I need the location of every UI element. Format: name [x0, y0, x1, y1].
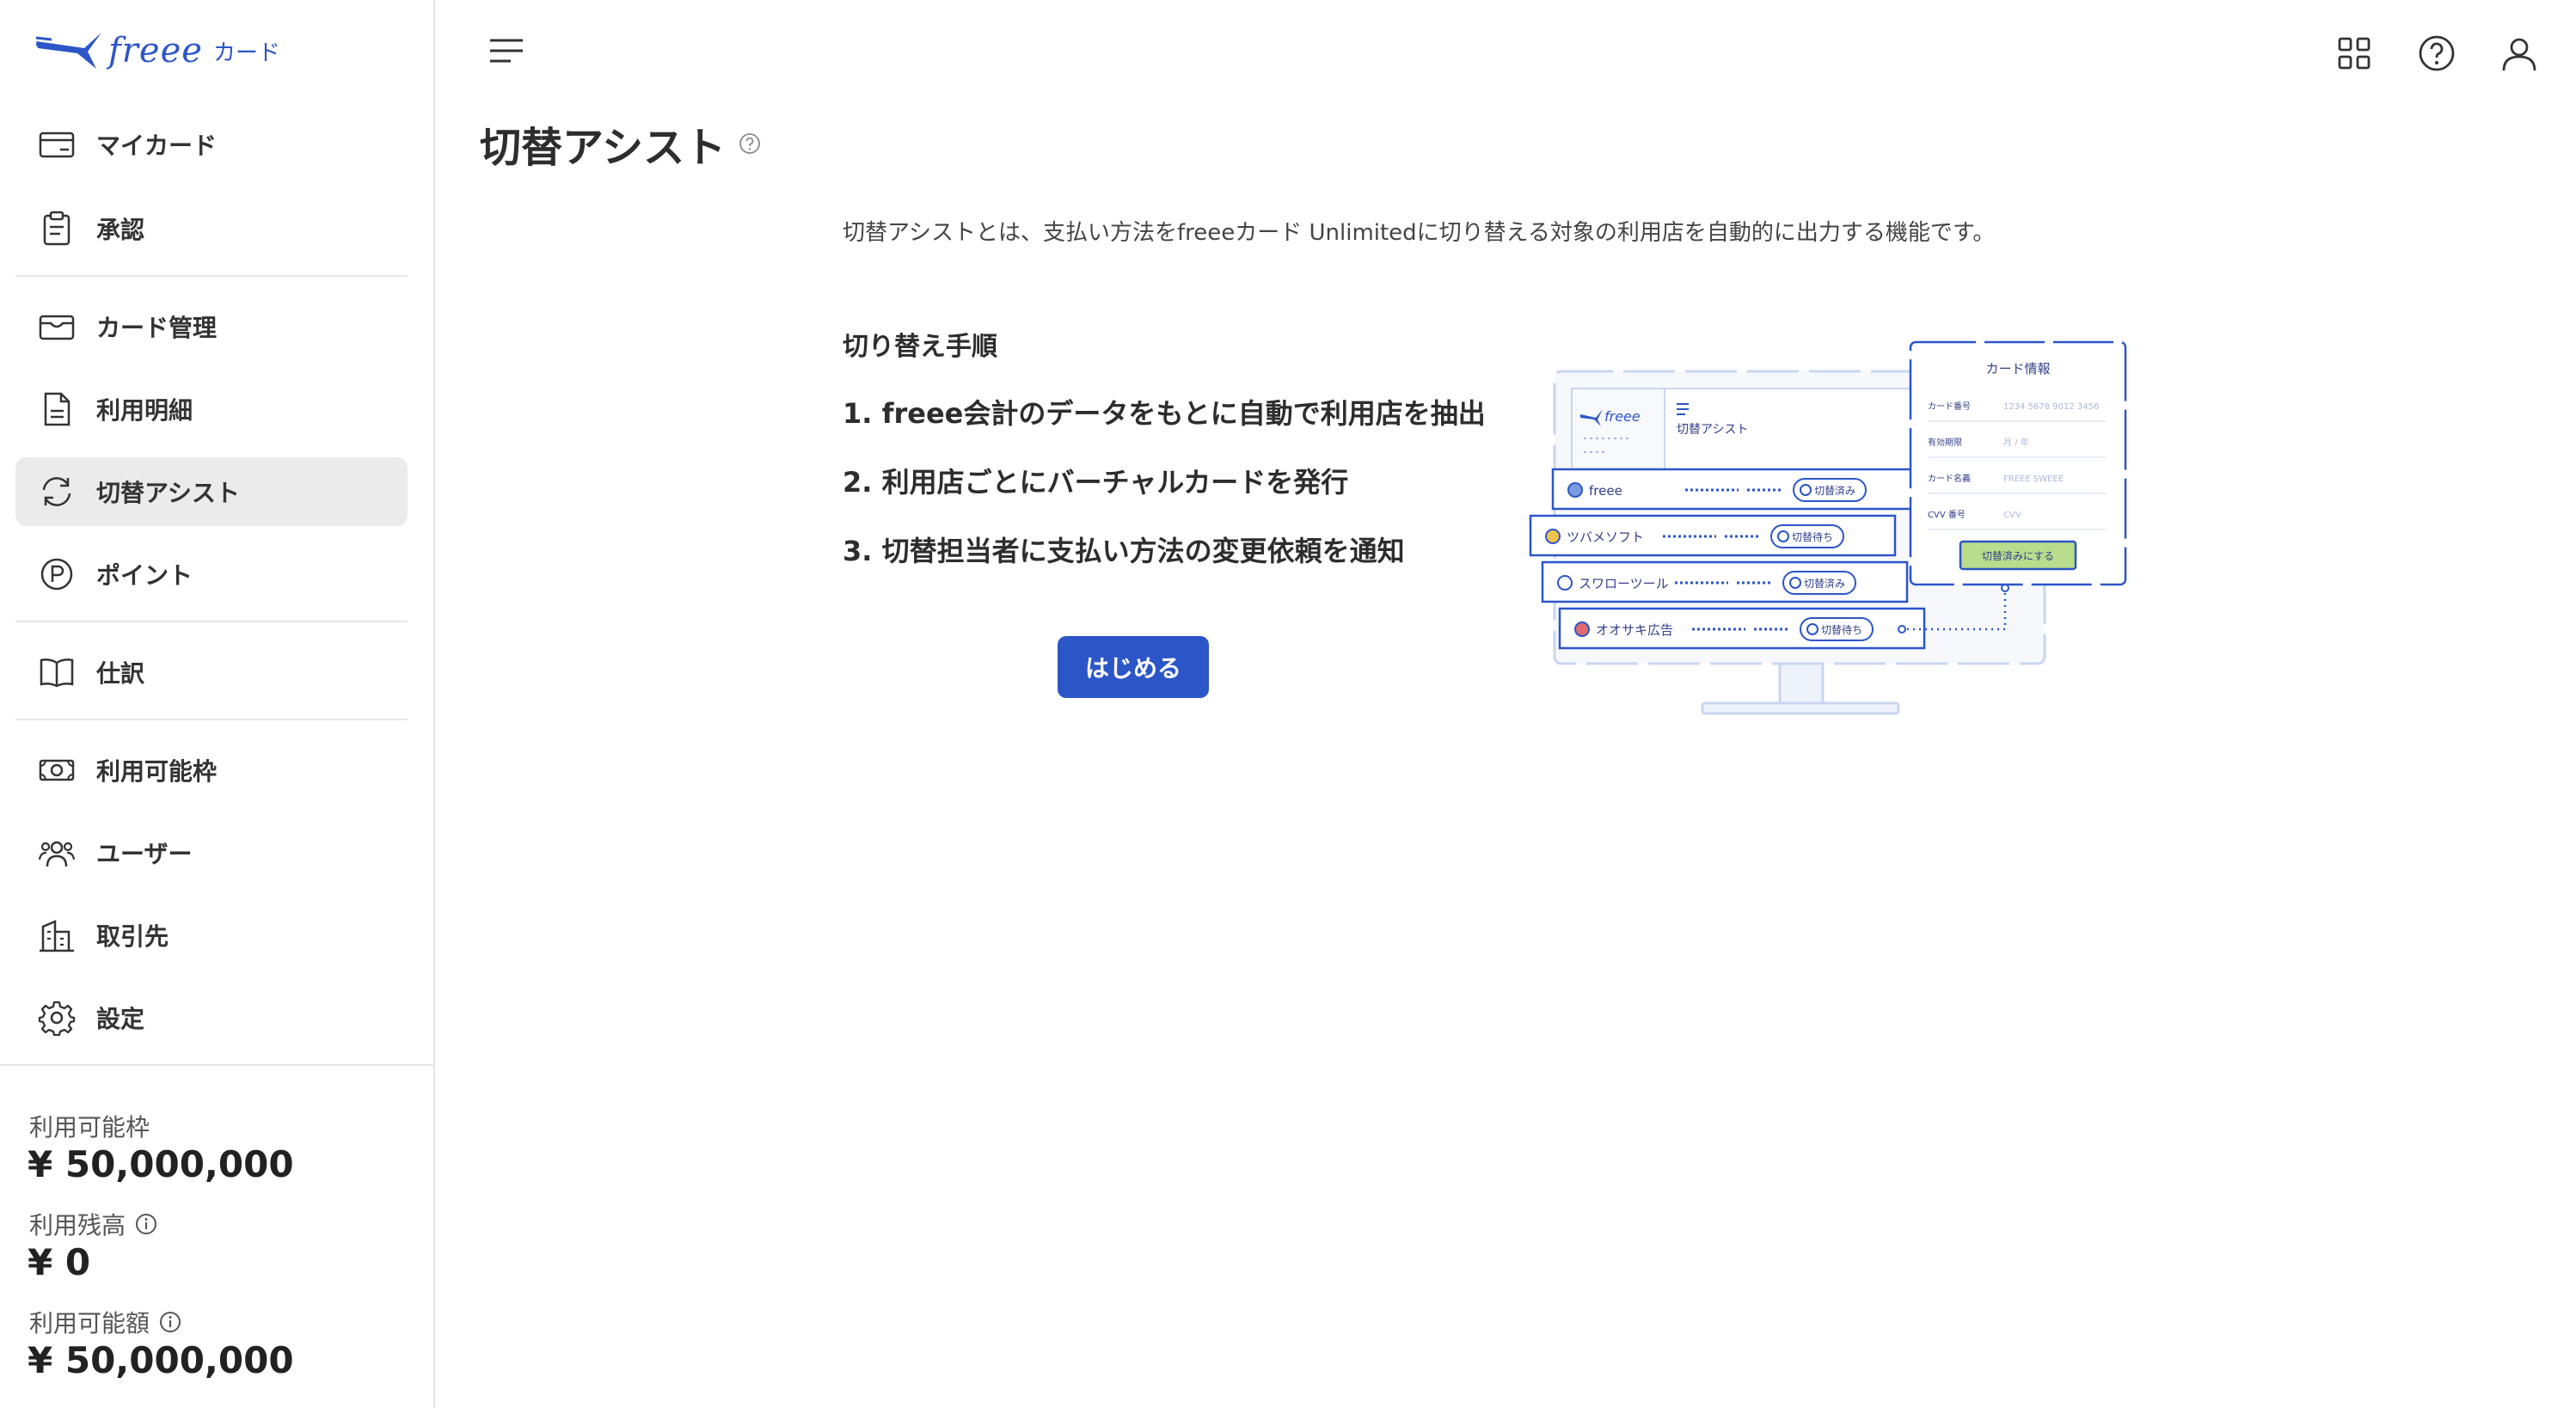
- sidebar-item-label: マイカード: [96, 132, 218, 160]
- balance-value: ¥ 0: [28, 1241, 91, 1283]
- step-item: 3. 切替担当者に支払い方法の変更依頼を通知: [843, 535, 1405, 567]
- sidebar-divider: [15, 275, 408, 277]
- sync-icon: [42, 477, 71, 506]
- help-icon[interactable]: [2416, 33, 2457, 74]
- sidebar-item-label: ポイント: [96, 561, 193, 590]
- sidebar-item-my-card[interactable]: マイカード: [15, 110, 408, 179]
- sidebar-item-statement[interactable]: 利用明細: [15, 375, 408, 444]
- user-account-icon[interactable]: [2499, 33, 2540, 74]
- available-value: ¥ 50,000,000: [28, 1339, 294, 1381]
- svg-text:月 / 年: 月 / 年: [2003, 437, 2029, 448]
- svg-text:切替待ち: 切替待ち: [1792, 531, 1833, 543]
- illus-merchant-row: スワローツール 切替済み: [1541, 560, 1909, 603]
- svg-text:カード情報: カード情報: [1985, 361, 2050, 376]
- sidebar-item-label: カード管理: [96, 314, 218, 342]
- svg-text:1234 5678 9012 3456: 1234 5678 9012 3456: [2003, 402, 2099, 412]
- svg-text:CVV 番号: CVV 番号: [1928, 510, 1966, 520]
- money-icon: [39, 759, 75, 781]
- illus-card-panel: カード情報 カード番号 1234 5678 9012 3456 有効期限 月 /…: [1909, 340, 2127, 586]
- illus-merchant-row: オオサキ広告 切替待ち: [1558, 607, 1926, 650]
- sidebar-item-label: 設定: [96, 1005, 145, 1033]
- book-icon: [40, 658, 74, 688]
- clipboard-icon: [43, 211, 71, 246]
- sidebar-item-label: 取引先: [96, 922, 169, 951]
- sidebar-item-label: 承認: [96, 216, 145, 244]
- illus-merchant-row: freee 切替済み: [1551, 468, 1919, 511]
- illus-merchant-row: ツバメソフト 切替待ち: [1529, 514, 1897, 557]
- sidebar-item-switch-assist[interactable]: 切替アシスト: [15, 457, 408, 526]
- svg-text:ツバメソフト: ツバメソフト: [1567, 530, 1644, 545]
- bird-logo-icon: [35, 33, 101, 69]
- menu-icon[interactable]: [488, 36, 524, 67]
- sidebar-item-point[interactable]: ポイント: [15, 540, 408, 609]
- wallet-icon: [39, 315, 75, 340]
- sidebar-item-users[interactable]: ユーザー: [15, 818, 408, 887]
- sidebar-item-credit-limit[interactable]: 利用可能枠: [15, 736, 408, 805]
- svg-text:freee: freee: [1589, 483, 1622, 499]
- card-icon: [39, 132, 75, 158]
- balance-label: 利用残高: [29, 1207, 158, 1241]
- credit-limit-value: ¥ 50,000,000: [28, 1143, 294, 1185]
- illus-app-logo: freee: [1604, 408, 1641, 425]
- apps-grid-icon[interactable]: [2334, 33, 2375, 74]
- sidebar-item-label: 仕訳: [96, 659, 145, 688]
- sidebar-item-journal[interactable]: 仕訳: [15, 638, 408, 707]
- freee-card-logo[interactable]: freee カード: [34, 29, 280, 72]
- svg-text:切替済み: 切替済み: [1814, 484, 1855, 497]
- svg-text:スワローツール: スワローツール: [1579, 576, 1669, 591]
- illus-screen-title: 切替アシスト: [1677, 423, 1748, 437]
- sidebar-divider: [15, 719, 408, 720]
- page-title: 切替アシスト: [480, 113, 762, 174]
- svg-text:切替待ち: 切替待ち: [1821, 624, 1862, 636]
- sidebar-item-label: 利用明細: [96, 396, 193, 425]
- gear-icon: [38, 1001, 76, 1037]
- available-label: 利用可能額: [29, 1305, 182, 1339]
- document-icon: [44, 392, 71, 426]
- step-item: 1. freee会計のデータをもとに自動で利用店を抽出: [843, 397, 1486, 430]
- sidebar: freee カード マイカード 承認 カード管理 利用明細 切替アシスト ポイン…: [0, 0, 435, 1408]
- sidebar-item-label: ユーザー: [96, 840, 193, 868]
- credit-limit-label: 利用可能枠: [29, 1113, 150, 1142]
- sidebar-item-label: 切替アシスト: [96, 479, 240, 507]
- sidebar-divider: [0, 1064, 435, 1066]
- sidebar-divider: [15, 621, 408, 622]
- sidebar-item-partners[interactable]: 取引先: [15, 901, 408, 970]
- sidebar-item-settings[interactable]: 設定: [15, 983, 408, 1052]
- info-icon[interactable]: [158, 1310, 182, 1334]
- svg-text:切替済み: 切替済み: [1804, 577, 1845, 590]
- info-icon[interactable]: [134, 1212, 158, 1236]
- sidebar-item-approval[interactable]: 承認: [15, 194, 408, 263]
- feature-description: 切替アシストとは、支払い方法をfreeeカード Unlimitedに切り替える対…: [843, 220, 1996, 246]
- building-icon: [40, 920, 74, 952]
- logo-brand: freee: [108, 31, 203, 70]
- users-icon: [38, 841, 76, 867]
- svg-text:FREEE SWEEE: FREEE SWEEE: [2003, 474, 2064, 484]
- steps-title: 切り替え手順: [843, 332, 997, 362]
- switch-assist-illustration: freee 切替アシスト freee 切替済み ツバメソフト 切替待ち スワロー…: [1529, 340, 2127, 715]
- svg-text:カード番号: カード番号: [1928, 401, 1971, 412]
- svg-text:有効期限: 有効期限: [1928, 437, 1962, 448]
- start-button[interactable]: はじめる: [1058, 636, 1209, 698]
- point-icon: [40, 558, 73, 591]
- help-icon[interactable]: [738, 132, 762, 156]
- step-item: 2. 利用店ごとにバーチャルカードを発行: [843, 466, 1349, 499]
- svg-text:CVV: CVV: [2003, 511, 2021, 520]
- sidebar-item-card-management[interactable]: カード管理: [15, 292, 408, 361]
- logo-sub: カード: [212, 40, 280, 66]
- svg-text:切替済みにする: 切替済みにする: [1982, 549, 2054, 562]
- svg-text:オオサキ広告: オオサキ広告: [1596, 622, 1673, 638]
- sidebar-item-label: 利用可能枠: [96, 757, 218, 786]
- svg-text:カード名義: カード名義: [1928, 473, 1971, 484]
